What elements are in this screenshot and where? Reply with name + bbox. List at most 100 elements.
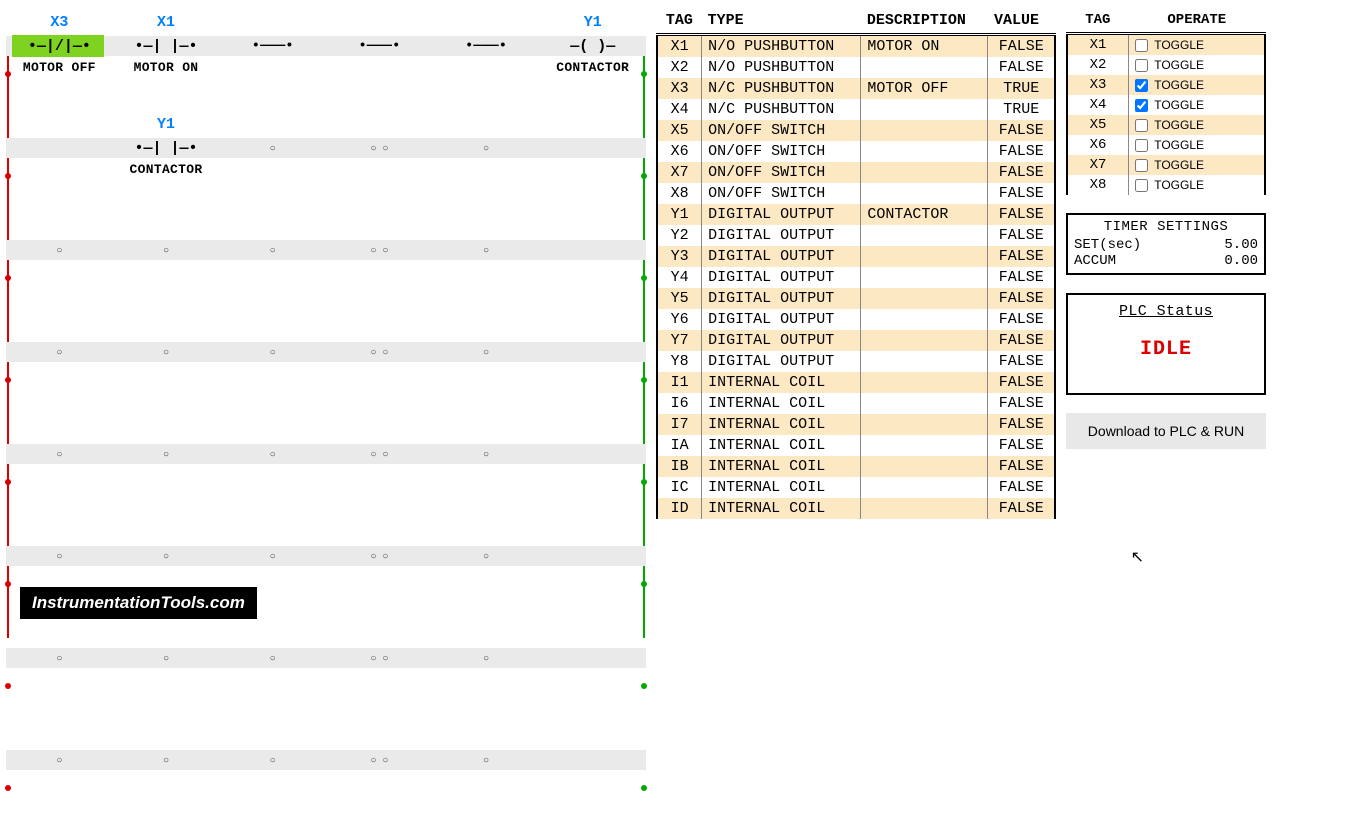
empty-slot[interactable]: ○: [433, 242, 540, 258]
empty-slot[interactable]: ○ ○: [326, 242, 433, 258]
rung1-slot1-nc-contact[interactable]: X3 •—|/|—• MOTOR OFF: [6, 38, 113, 55]
empty-slot[interactable]: ○: [219, 344, 326, 360]
rung1-slot3-conn[interactable]: •———•: [219, 38, 326, 54]
empty-slot[interactable]: ○: [113, 548, 220, 564]
empty-slot[interactable]: ○: [113, 344, 220, 360]
tag-row[interactable]: I7 INTERNAL COIL FALSE: [657, 414, 1055, 435]
rung-1[interactable]: X3 •—|/|—• MOTOR OFF X1 •—| |—• MOTOR ON…: [6, 36, 646, 110]
operate-cell-toggle[interactable]: TOGGLE: [1129, 55, 1265, 75]
empty-slot[interactable]: ○: [219, 242, 326, 258]
rung-4[interactable]: ○ ○ ○ ○ ○ ○: [6, 342, 646, 416]
tag-row[interactable]: X5 ON/OFF SWITCH FALSE: [657, 120, 1055, 141]
rung-2[interactable]: Y1 •—| |—• CONTACTOR ○ ○ ○ ○: [6, 138, 646, 212]
operate-cell-toggle[interactable]: TOGGLE: [1129, 34, 1265, 56]
tag-row[interactable]: X6 ON/OFF SWITCH FALSE: [657, 141, 1055, 162]
tag-cell-tag: I1: [657, 372, 702, 393]
toggle-checkbox[interactable]: [1135, 139, 1148, 152]
empty-slot[interactable]: ○: [6, 344, 113, 360]
rung-3[interactable]: ○ ○ ○ ○ ○ ○: [6, 240, 646, 314]
operate-cell-tag: X5: [1067, 115, 1129, 135]
toggle-checkbox[interactable]: [1135, 59, 1148, 72]
rung1-slot6-coil[interactable]: Y1 —( )— CONTACTOR: [539, 38, 646, 55]
tag-row[interactable]: IC INTERNAL COIL FALSE: [657, 477, 1055, 498]
toggle-checkbox[interactable]: [1135, 159, 1148, 172]
tag-row[interactable]: X4 N/C PUSHBUTTON TRUE: [657, 99, 1055, 120]
toggle-checkbox[interactable]: [1135, 179, 1148, 192]
empty-slot[interactable]: ○ ○: [326, 344, 433, 360]
toggle-checkbox[interactable]: [1135, 119, 1148, 132]
tag-cell-tag: X1: [657, 35, 702, 58]
plc-status-title: PLC Status: [1074, 303, 1258, 320]
tag-row[interactable]: Y8 DIGITAL OUTPUT FALSE: [657, 351, 1055, 372]
operate-cell-toggle[interactable]: TOGGLE: [1129, 175, 1265, 195]
tag-row[interactable]: X7 ON/OFF SWITCH FALSE: [657, 162, 1055, 183]
tag-cell-tag: X8: [657, 183, 702, 204]
rung2-slot5-empty[interactable]: ○: [433, 140, 540, 156]
empty-slot[interactable]: ○: [219, 752, 326, 768]
tag-row[interactable]: I1 INTERNAL COIL FALSE: [657, 372, 1055, 393]
rung-7[interactable]: ○ ○ ○ ○ ○ ○: [6, 648, 646, 722]
ladder-diagram-panel[interactable]: X3 •—|/|—• MOTOR OFF X1 •—| |—• MOTOR ON…: [6, 8, 646, 824]
empty-slot[interactable]: ○ ○: [326, 548, 433, 564]
empty-slot[interactable]: ○ ○: [326, 446, 433, 462]
toggle-checkbox[interactable]: [1135, 39, 1148, 52]
tag-table: TAG TYPE DESCRIPTION VALUE X1 N/O PUSHBU…: [656, 8, 1056, 519]
rung1-slot4-conn[interactable]: •———•: [326, 38, 433, 54]
empty-slot[interactable]: ○: [6, 446, 113, 462]
tag-row[interactable]: Y4 DIGITAL OUTPUT FALSE: [657, 267, 1055, 288]
empty-slot[interactable]: ○: [113, 752, 220, 768]
operate-cell-toggle[interactable]: TOGGLE: [1129, 75, 1265, 95]
operate-cell-toggle[interactable]: TOGGLE: [1129, 95, 1265, 115]
empty-slot[interactable]: ○: [6, 242, 113, 258]
timer-set-value[interactable]: 5.00: [1224, 237, 1258, 253]
tag-row[interactable]: X8 ON/OFF SWITCH FALSE: [657, 183, 1055, 204]
tag-row[interactable]: ID INTERNAL COIL FALSE: [657, 498, 1055, 519]
tag-cell-tag: X5: [657, 120, 702, 141]
tag-row[interactable]: X1 N/O PUSHBUTTON MOTOR ON FALSE: [657, 35, 1055, 58]
tag-row[interactable]: IB INTERNAL COIL FALSE: [657, 456, 1055, 477]
tag-cell-val: FALSE: [988, 141, 1055, 162]
empty-slot[interactable]: ○: [219, 446, 326, 462]
rung-8[interactable]: ○ ○ ○ ○ ○ ○: [6, 750, 646, 824]
operate-cell-toggle[interactable]: TOGGLE: [1129, 155, 1265, 175]
empty-slot[interactable]: ○: [433, 446, 540, 462]
toggle-checkbox[interactable]: [1135, 99, 1148, 112]
empty-slot[interactable]: ○ ○: [326, 650, 433, 666]
empty-slot[interactable]: ○: [6, 650, 113, 666]
operate-cell-toggle[interactable]: TOGGLE: [1129, 115, 1265, 135]
empty-slot[interactable]: ○: [433, 548, 540, 564]
empty-slot[interactable]: ○ ○: [326, 752, 433, 768]
tag-row[interactable]: Y2 DIGITAL OUTPUT FALSE: [657, 225, 1055, 246]
tag-row[interactable]: Y6 DIGITAL OUTPUT FALSE: [657, 309, 1055, 330]
empty-slot[interactable]: ○: [433, 650, 540, 666]
tag-cell-val: FALSE: [988, 225, 1055, 246]
rung2-slot3-empty[interactable]: ○: [219, 140, 326, 156]
rung1-slot5-conn[interactable]: •———•: [433, 38, 540, 54]
rung-5[interactable]: ○ ○ ○ ○ ○ ○: [6, 444, 646, 518]
tag-row[interactable]: X3 N/C PUSHBUTTON MOTOR OFF TRUE: [657, 78, 1055, 99]
empty-slot[interactable]: ○: [219, 548, 326, 564]
rung2-slot2-no-contact[interactable]: Y1 •—| |—• CONTACTOR: [113, 140, 220, 157]
rung2-slot4-empty[interactable]: ○ ○: [326, 140, 433, 156]
empty-slot[interactable]: ○: [113, 446, 220, 462]
tag-row[interactable]: Y7 DIGITAL OUTPUT FALSE: [657, 330, 1055, 351]
empty-slot[interactable]: ○: [113, 242, 220, 258]
empty-slot[interactable]: ○: [433, 752, 540, 768]
empty-slot[interactable]: ○: [113, 650, 220, 666]
tag-row[interactable]: Y1 DIGITAL OUTPUT CONTACTOR FALSE: [657, 204, 1055, 225]
empty-slot[interactable]: ○: [6, 752, 113, 768]
rung1-slot2-no-contact[interactable]: X1 •—| |—• MOTOR ON: [113, 38, 220, 55]
tag-row[interactable]: IA INTERNAL COIL FALSE: [657, 435, 1055, 456]
tag-row[interactable]: X2 N/O PUSHBUTTON FALSE: [657, 57, 1055, 78]
tag-row[interactable]: Y5 DIGITAL OUTPUT FALSE: [657, 288, 1055, 309]
toggle-checkbox[interactable]: [1135, 79, 1148, 92]
tag-cell-val: FALSE: [988, 288, 1055, 309]
empty-slot[interactable]: ○: [6, 548, 113, 564]
tag-cell-val: FALSE: [988, 204, 1055, 225]
download-run-button[interactable]: Download to PLC & RUN: [1066, 413, 1266, 449]
empty-slot[interactable]: ○: [219, 650, 326, 666]
empty-slot[interactable]: ○: [433, 344, 540, 360]
tag-row[interactable]: Y3 DIGITAL OUTPUT FALSE: [657, 246, 1055, 267]
operate-cell-toggle[interactable]: TOGGLE: [1129, 135, 1265, 155]
tag-row[interactable]: I6 INTERNAL COIL FALSE: [657, 393, 1055, 414]
